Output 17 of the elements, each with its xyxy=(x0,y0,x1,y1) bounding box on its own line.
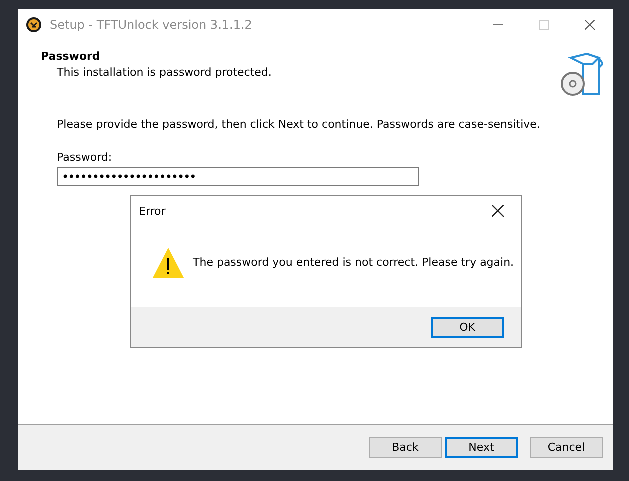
page-subtitle: This installation is password protected. xyxy=(56,66,272,79)
app-icon xyxy=(26,16,42,32)
error-message: The password you entered is not correct. Please try again. xyxy=(193,256,514,269)
field-label: Password: xyxy=(57,151,114,164)
warning-icon xyxy=(152,246,185,278)
ok-button[interactable]: OK xyxy=(431,316,504,338)
wizard-button[interactable]: Next xyxy=(445,437,518,458)
instruction-text: Please provide the password, then click Next to continue. Passwords are case-sensitive. xyxy=(57,118,542,131)
maximize-icon xyxy=(539,20,549,30)
page-title: Password xyxy=(41,50,102,63)
dialog-title: Error xyxy=(139,204,166,218)
wizard-button[interactable]: Back xyxy=(369,437,442,458)
password-field[interactable]: •••••••••••••••••••••• xyxy=(57,167,419,186)
wizard-button[interactable]: Cancel xyxy=(530,437,603,458)
close-icon xyxy=(585,20,595,30)
close-icon xyxy=(492,205,504,217)
window-title: Setup - TFTUnlock version 3.1.1.2 xyxy=(50,18,254,32)
